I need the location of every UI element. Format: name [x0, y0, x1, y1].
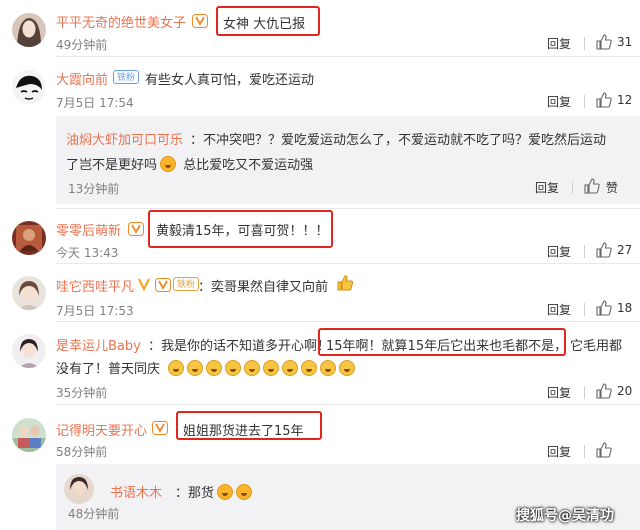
comment-text-line2: 没有了！普天同庆	[56, 358, 358, 377]
avatar[interactable]	[64, 474, 94, 504]
reply-text-part: 了岂不是更好吗	[66, 158, 158, 173]
vip-icon	[192, 13, 208, 28]
smile-emoji-icon	[168, 360, 185, 376]
thumbs-up-icon[interactable]	[596, 383, 612, 399]
smile-emoji-icon	[301, 360, 318, 376]
divider	[584, 386, 585, 399]
reply-button[interactable]: 回复	[547, 93, 571, 110]
reply-button[interactable]: 回复	[547, 35, 571, 52]
reply-username[interactable]: 书语木木	[110, 482, 162, 501]
reply-button[interactable]: 回复	[547, 384, 571, 401]
comment-text: ：奕哥果然自律又向前	[198, 275, 354, 295]
laugh-emoji-icon	[217, 484, 234, 500]
smile-emoji-icon	[244, 360, 261, 376]
reply-username[interactable]: 油焖大虾加可口可乐	[66, 129, 183, 148]
smile-emoji-icon	[320, 360, 337, 376]
reply-text-part: 总比爱吃又不爱运动强	[179, 158, 314, 173]
highlight-box	[148, 210, 333, 248]
timestamp: 48分钟前	[68, 507, 120, 521]
like-count: 27	[617, 243, 633, 257]
smile-emoji-icon	[187, 360, 204, 376]
comment-divider	[56, 321, 640, 322]
highlight-box	[216, 6, 320, 36]
like-count: 20	[617, 384, 633, 398]
timestamp: 58分钟前	[56, 445, 108, 459]
timestamp: 35分钟前	[56, 386, 108, 400]
divider	[584, 303, 585, 316]
comment-divider	[56, 208, 640, 209]
comment-divider	[56, 263, 640, 264]
reply-text-line2: 了岂不是更好吗 总比爱吃又不爱运动强	[66, 154, 313, 173]
vip-icon	[152, 420, 168, 435]
fan-badge: 铁粉	[113, 70, 140, 84]
watermark: 搜狐号@吴清功	[516, 508, 614, 524]
divider	[584, 245, 585, 258]
comment-text-part: ：奕哥果然自律又向前	[198, 280, 329, 295]
laugh-emoji-icon	[160, 156, 177, 172]
highlight-box	[176, 411, 322, 440]
smile-emoji-icon	[339, 360, 356, 376]
comment-divider	[56, 56, 640, 57]
thumbs-up-icon[interactable]	[596, 242, 612, 258]
like-count: 31	[617, 35, 633, 49]
thumbs-up-icon[interactable]	[596, 92, 612, 108]
divider	[584, 95, 585, 108]
reply-text: ：那货	[175, 482, 255, 501]
comment-text: 有些女人真可怕，爱吃还运动	[145, 73, 315, 88]
comment-text: ：我是你的话不知道多开心啊！	[148, 339, 331, 354]
timestamp: 7月5日 17:54	[56, 96, 134, 110]
verified-v-icon	[137, 276, 151, 295]
highlight-box	[318, 328, 566, 356]
fan-badge: 铁粉	[173, 277, 200, 291]
smile-emoji-icon	[282, 360, 299, 376]
avatar[interactable]	[12, 70, 46, 104]
thumbs-up-emoji-icon	[336, 274, 354, 296]
username[interactable]: 记得明天要开心	[56, 420, 147, 439]
thumbs-up-icon[interactable]	[596, 300, 612, 316]
thumbs-up-icon[interactable]	[584, 178, 600, 194]
avatar[interactable]	[12, 334, 46, 368]
reply-button[interactable]: 回复	[547, 243, 571, 260]
username[interactable]: 平平无奇的绝世美女子	[56, 12, 186, 31]
reply-text: ：不冲突吧？？爱吃爱运动怎么了，不爱运动就不吃了吗？爱吃然后运动	[190, 133, 607, 148]
divider	[572, 181, 573, 194]
thumbs-up-icon[interactable]	[596, 442, 612, 458]
reply-button[interactable]: 回复	[547, 301, 571, 318]
avatar[interactable]	[12, 221, 46, 255]
username[interactable]: 哇它西哇平凡	[56, 276, 134, 295]
timestamp: 今天 13:43	[56, 246, 119, 260]
divider	[584, 445, 585, 458]
avatar[interactable]	[12, 276, 46, 310]
comment-text-part: 没有了！普天同庆	[56, 362, 161, 377]
timestamp: 49分钟前	[56, 38, 108, 52]
laugh-emoji-icon	[236, 484, 253, 500]
comment-text: 它毛用都	[570, 339, 623, 354]
vip-icon	[128, 221, 144, 236]
username[interactable]: 零零后萌新	[56, 220, 121, 239]
comment-divider	[56, 404, 640, 405]
smile-emoji-icon	[263, 360, 280, 376]
username[interactable]: 是幸运儿Baby	[56, 335, 141, 354]
like-count: 12	[617, 93, 633, 107]
avatar[interactable]	[12, 418, 46, 452]
reply-button[interactable]: 回复	[547, 443, 571, 460]
timestamp: 7月5日 17:53	[56, 304, 134, 318]
timestamp: 13分钟前	[68, 182, 120, 196]
like-label[interactable]: 赞	[606, 179, 618, 196]
smile-emoji-icon	[225, 360, 242, 376]
username[interactable]: 大霞向前	[56, 69, 108, 88]
vip-icon	[155, 277, 171, 292]
avatar[interactable]	[12, 13, 46, 47]
thumbs-up-icon[interactable]	[596, 34, 612, 50]
reply-button[interactable]: 回复	[535, 179, 559, 196]
reply-text-part: ：那货	[175, 486, 215, 501]
divider	[584, 37, 585, 50]
like-count: 18	[617, 301, 633, 315]
smile-emoji-icon	[206, 360, 223, 376]
